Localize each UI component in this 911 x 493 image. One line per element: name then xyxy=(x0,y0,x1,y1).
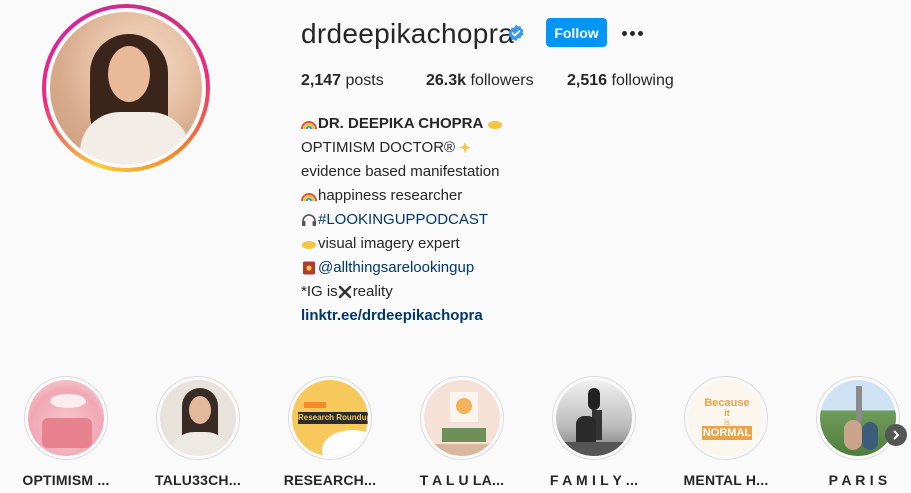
highlight-item[interactable]: F A M I L Y ... xyxy=(539,376,649,488)
portrait-cover-icon xyxy=(160,380,236,456)
highlight-ring: Because it is NORMAL xyxy=(684,376,768,460)
hand-icon xyxy=(302,241,316,249)
highlight-label: F A M I L Y ... xyxy=(549,472,639,488)
posts-label: posts xyxy=(345,72,384,89)
bio-name-line: DR. DEEPIKA CHOPRA xyxy=(301,112,504,136)
followers-stat[interactable]: 26.3k followers xyxy=(426,72,567,90)
followers-count: 26.3k xyxy=(426,72,467,89)
family-cover-icon xyxy=(556,380,632,456)
bio-line: @allthingsarelookingup xyxy=(301,256,504,280)
podcast-hashtag-link[interactable]: #LOOKINGUPPODCAST xyxy=(318,208,488,232)
bio-line: *IG is reality xyxy=(301,280,504,304)
cake-cover-icon xyxy=(28,380,104,456)
bio-line: OPTIMISM DOCTOR® xyxy=(301,136,504,160)
cross-mark-icon xyxy=(338,285,351,299)
paris-cover-icon xyxy=(820,380,896,456)
hand-icon xyxy=(488,121,503,129)
rainbow-icon xyxy=(301,193,317,202)
posts-count: 2,147 xyxy=(301,72,342,89)
story-highlights: OPTIMISM ... TALU33CH... Research Roundu… xyxy=(0,376,911,493)
highlight-ring xyxy=(156,376,240,460)
research-roundup-cover-icon: Research Roundup xyxy=(292,380,368,456)
followers-label: followers xyxy=(470,72,534,89)
bio-line: visual imagery expert xyxy=(301,232,504,256)
highlight-label: T A L U LA... xyxy=(419,472,505,488)
bio-line-text: visual imagery expert xyxy=(318,235,460,252)
following-count: 2,516 xyxy=(567,72,608,89)
highlight-ring xyxy=(816,376,900,460)
bio-line-text: reality xyxy=(352,283,393,300)
highlight-ring xyxy=(24,376,108,460)
posts-stat: 2,147 posts xyxy=(301,72,426,90)
highlight-label: TALU33CH... xyxy=(155,472,241,488)
next-highlights-chevron-right-icon[interactable] xyxy=(885,424,907,446)
profile-username[interactable]: drdeepika­chopra xyxy=(301,18,514,50)
highlight-item[interactable]: Research Roundup RESEARCH... xyxy=(275,376,385,488)
avatar-inner xyxy=(46,8,206,168)
highlight-item[interactable]: TALU33CH... xyxy=(143,376,253,488)
mention-link[interactable]: @allthingsarelookingup xyxy=(318,256,474,280)
profile-avatar[interactable] xyxy=(42,4,210,172)
bio-name: DR. DEEPIKA CHOPRA xyxy=(318,115,484,132)
headphones-icon xyxy=(302,214,316,226)
highlight-label: MENTAL H... xyxy=(683,472,769,488)
bio-line-text: OPTIMISM DOCTOR® xyxy=(301,139,456,156)
sparkles-icon xyxy=(459,142,471,153)
highlight-ring xyxy=(552,376,636,460)
highlight-item[interactable]: OPTIMISM ... xyxy=(11,376,121,488)
research-roundup-text: Research Roundup xyxy=(298,412,368,424)
bio-line: happiness researcher xyxy=(301,184,504,208)
profile-stats: 2,147 posts 26.3k followers 2,516 follow… xyxy=(301,72,674,90)
bio-line-text: evidence based manifestation xyxy=(301,163,500,180)
cover-text-it: it xyxy=(724,408,730,418)
verified-badge-icon xyxy=(508,24,524,42)
highlight-label: OPTIMISM ... xyxy=(22,472,110,488)
highlight-item[interactable]: Because it is NORMAL MENTAL H... xyxy=(671,376,781,488)
highlight-label: RESEARCH... xyxy=(283,472,377,488)
highlight-ring xyxy=(420,376,504,460)
profile-bio: DR. DEEPIKA CHOPRA OPTIMISM DOCTOR® evid… xyxy=(301,112,504,328)
cover-text-normal: NORMAL xyxy=(702,426,752,440)
following-stat[interactable]: 2,516 following xyxy=(567,72,674,90)
bio-line-text: happiness researcher xyxy=(318,187,463,204)
bio-line: #LOOKINGUPPODCAST xyxy=(301,208,504,232)
highlight-ring: Research Roundup xyxy=(288,376,372,460)
card-icon xyxy=(303,261,315,275)
follow-button[interactable]: Follow xyxy=(546,18,607,47)
more-options-icon[interactable] xyxy=(619,21,645,45)
avatar-photo xyxy=(50,12,202,164)
bio-website-line: linktr.ee/drdeepikachopra xyxy=(301,304,504,328)
highlight-label: P A R I S xyxy=(828,472,888,488)
mental-health-cover-icon: Because it is NORMAL xyxy=(688,380,764,456)
bio-line-text: *IG is xyxy=(301,283,338,300)
following-label: following xyxy=(611,72,674,89)
bio-line: evidence based manifestation xyxy=(301,160,504,184)
website-link[interactable]: linktr.ee/drdeepikachopra xyxy=(301,304,483,328)
product-cover-icon xyxy=(424,380,500,456)
highlight-item[interactable]: T A L U LA... xyxy=(407,376,517,488)
rainbow-icon xyxy=(301,121,317,130)
